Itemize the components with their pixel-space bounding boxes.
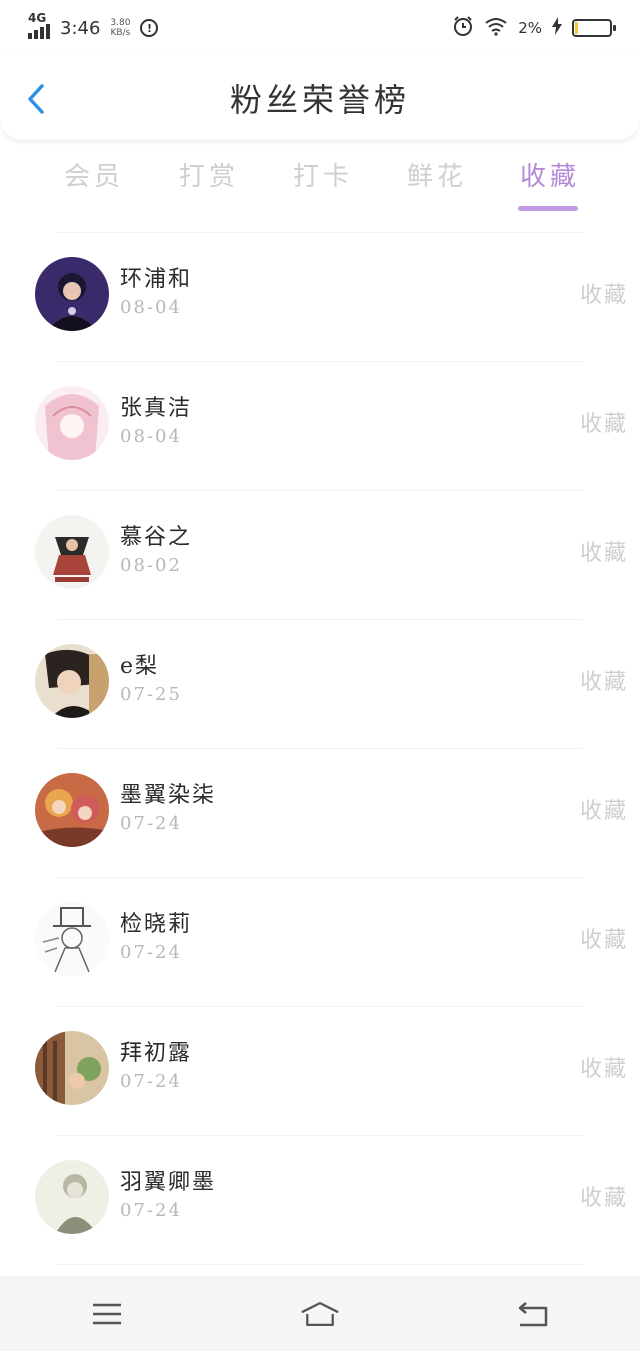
header: 粉丝荣誉榜 [0, 56, 640, 140]
favorite-label: 收藏 [579, 799, 628, 824]
speed-value: 3.80 [110, 18, 131, 28]
return-icon [519, 1301, 548, 1326]
status-left: 4G 3:46 3.80 KB/s ! [28, 11, 159, 39]
system-nav-bar [0, 1276, 640, 1351]
list-item[interactable]: e梨 07-25 收藏 [35, 620, 626, 749]
list-item[interactable]: 张真洁 08-04 收藏 [35, 362, 626, 491]
clock: 3:46 [60, 17, 101, 39]
speed-unit: KB/s [110, 28, 131, 38]
avatar [35, 1031, 109, 1105]
chevron-left-icon [28, 84, 44, 114]
fan-date: 07-24 [120, 1200, 182, 1221]
favorite-label: 收藏 [579, 541, 628, 566]
fan-name: 墨翼染柒 [120, 783, 217, 808]
back-button[interactable] [22, 82, 50, 116]
fan-date: 07-24 [120, 813, 182, 834]
list-item[interactable]: 羽翼卿墨 07-24 收藏 [35, 1136, 626, 1265]
fan-date: 08-02 [120, 555, 182, 576]
fan-name: 羽翼卿墨 [120, 1170, 217, 1195]
tab-members[interactable]: 会员 [64, 156, 124, 193]
battery-percent: 2% [518, 19, 542, 37]
network-type: 4G [28, 11, 47, 25]
fan-name: 拜初露 [120, 1041, 193, 1066]
favorite-label: 收藏 [579, 283, 628, 308]
page-title: 粉丝荣誉榜 [229, 81, 410, 119]
avatar [35, 386, 109, 460]
avatar [35, 773, 109, 847]
alarm-icon [452, 15, 474, 42]
fan-name: 检晓莉 [120, 912, 193, 937]
avatar [35, 902, 109, 976]
avatar [35, 515, 109, 589]
tab-favorites[interactable]: 收藏 [520, 156, 580, 193]
charging-icon [552, 16, 562, 40]
signal-icon: 4G [28, 11, 50, 39]
avatar [35, 644, 109, 718]
fan-date: 07-25 [120, 684, 182, 705]
menu-icon [92, 1303, 121, 1324]
active-tab-indicator [518, 206, 578, 211]
tab-bar: 会员 打赏 打卡 鲜花 收藏 [0, 150, 640, 220]
list-item[interactable]: 环浦和 08-04 收藏 [35, 233, 626, 362]
favorite-label: 收藏 [579, 1186, 628, 1211]
fan-name: 环浦和 [120, 267, 193, 292]
fan-date: 07-24 [120, 1071, 182, 1092]
tab-flowers[interactable]: 鲜花 [407, 156, 467, 193]
list-item[interactable]: 拜初露 07-24 收藏 [35, 1007, 626, 1136]
wifi-icon [484, 16, 508, 41]
battery-icon [572, 19, 616, 37]
status-right: 2% [452, 15, 616, 42]
list-item[interactable]: 检晓莉 07-24 收藏 [35, 878, 626, 1007]
tab-checkin[interactable]: 打卡 [293, 156, 353, 193]
fan-name: 慕谷之 [120, 525, 193, 550]
tab-rewards[interactable]: 打赏 [179, 156, 239, 193]
home-button[interactable] [300, 1299, 340, 1329]
favorite-label: 收藏 [579, 670, 628, 695]
status-bar: 4G 3:46 3.80 KB/s ! 2% [0, 0, 640, 56]
list-item[interactable]: 慕谷之 08-02 收藏 [35, 491, 626, 620]
fan-date: 08-04 [120, 426, 182, 447]
fan-name: 张真洁 [120, 396, 193, 421]
return-button[interactable] [513, 1299, 553, 1329]
favorite-label: 收藏 [579, 412, 628, 437]
menu-button[interactable] [87, 1299, 127, 1329]
notification-icon: ! [140, 19, 159, 37]
network-speed: 3.80 KB/s [110, 18, 130, 38]
list-item[interactable]: 墨翼染柒 07-24 收藏 [35, 749, 626, 878]
favorite-label: 收藏 [579, 928, 628, 953]
avatar [35, 1160, 109, 1234]
fan-date: 08-04 [120, 297, 182, 318]
home-icon [301, 1301, 339, 1326]
avatar [35, 257, 109, 331]
fan-name: e梨 [120, 654, 160, 679]
fan-list: 环浦和 08-04 收藏 张真洁 08-04 收藏 慕谷之 08-02 收藏 e… [0, 232, 640, 1265]
favorite-label: 收藏 [579, 1057, 628, 1082]
fan-date: 07-24 [120, 942, 182, 963]
